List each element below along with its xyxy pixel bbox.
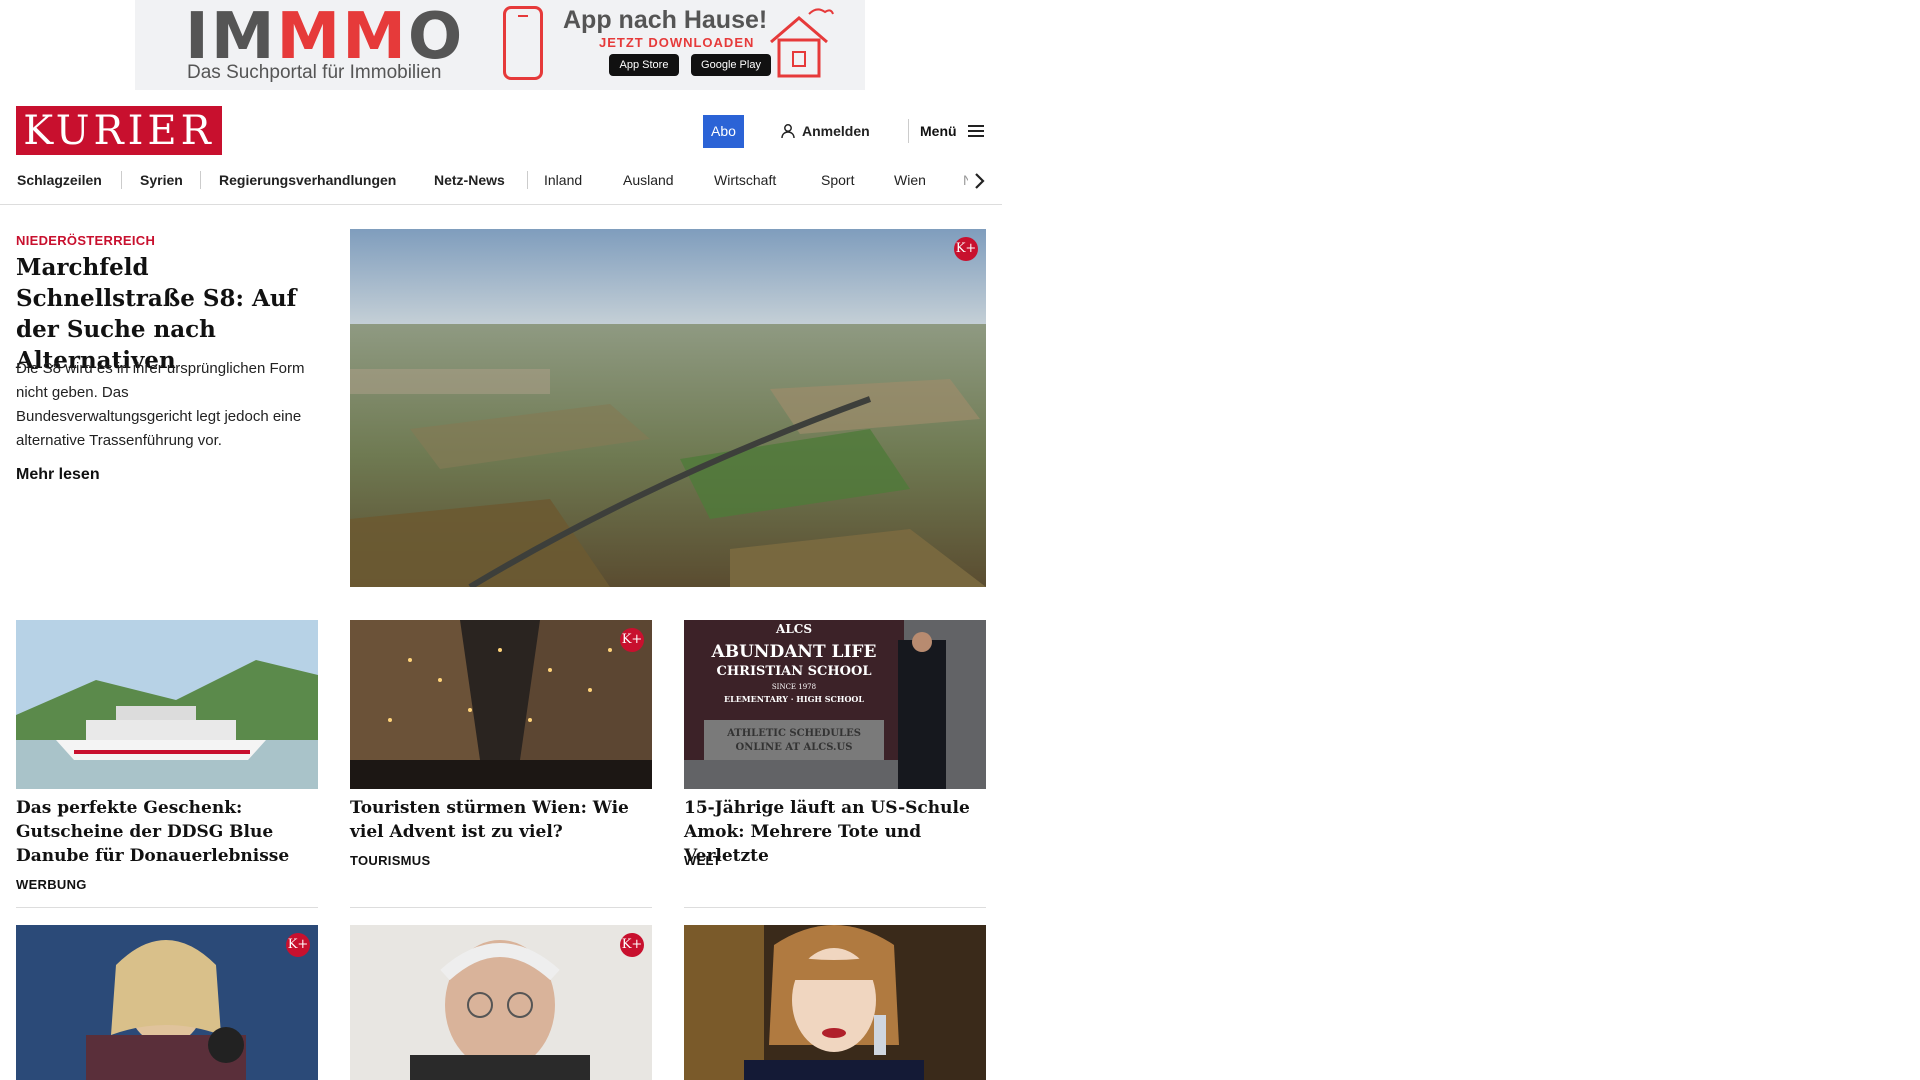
card-image-singer[interactable] [684, 925, 986, 1080]
card-image-advent[interactable]: K+ [350, 620, 652, 789]
kplus-badge: K+ [286, 933, 310, 957]
abo-button[interactable]: Abo [703, 115, 744, 148]
card-divider [684, 907, 986, 908]
card-image-elderly-man[interactable]: K+ [350, 925, 652, 1080]
ad-headline: App nach Hause! [563, 6, 768, 34]
menu-label: Menü [920, 123, 957, 139]
card-category[interactable]: TOURISMUS [350, 853, 430, 868]
aerial-landscape-image [350, 229, 986, 587]
nav-item-sport[interactable]: Sport [821, 170, 854, 190]
nav-item-syrien[interactable]: Syrien [140, 170, 183, 190]
google-play-badge[interactable]: Google Play [691, 54, 771, 76]
nav-item-ausland[interactable]: Ausland [623, 170, 674, 190]
ad-banner[interactable]: IMMMO Das Suchportal für Immobilien App … [135, 0, 865, 90]
header-divider [908, 119, 909, 143]
nav-divider [200, 171, 201, 189]
sign-text: ALCS [776, 622, 812, 636]
nav-divider [527, 171, 528, 189]
singer-portrait-image [684, 925, 986, 1080]
nav-item-regierungsverhandlungen[interactable]: Regierungsverhandlungen [219, 170, 396, 190]
app-store-badge[interactable]: App Store [609, 54, 679, 76]
christmas-street-image [350, 620, 652, 789]
kplus-badge: K+ [620, 628, 644, 652]
nav-item-netz-news[interactable]: Netz-News [434, 170, 505, 190]
house-icon [770, 8, 834, 78]
lead-image[interactable]: K+ [350, 229, 986, 587]
elderly-man-image [350, 925, 652, 1080]
sign-text: CHRISTIAN SCHOOL [716, 664, 872, 679]
login-label: Anmelden [802, 123, 870, 139]
card-headline[interactable]: 15-Jährige läuft an US-Schule Amok: Mehr… [684, 796, 986, 868]
kplus-badge: K+ [954, 237, 978, 261]
nav-divider [121, 171, 122, 189]
kurier-logo[interactable]: KURIER [16, 106, 222, 155]
card-image-ship[interactable] [16, 620, 318, 789]
sign-text: ATHLETIC SCHEDULES [727, 728, 861, 739]
sign-text: ONLINE AT ALCS.US [735, 742, 853, 753]
nav-item-inland[interactable]: Inland [544, 170, 582, 190]
lead-category[interactable]: NIEDERÖSTERREICH [16, 233, 155, 248]
nav-item-schlagzeilen[interactable]: Schlagzeilen [17, 170, 102, 190]
nav-item-wien[interactable]: Wien [894, 170, 926, 190]
sign-text: ABUNDANT LIFE [711, 642, 877, 662]
read-more-link[interactable]: Mehr lesen [16, 466, 100, 484]
card-image-politician[interactable]: K+ [16, 925, 318, 1080]
card-divider [350, 907, 652, 908]
hamburger-icon [967, 125, 984, 137]
phone-icon [503, 6, 543, 80]
kplus-badge: K+ [620, 933, 644, 957]
ad-subline: JETZT DOWNLOADEN [599, 35, 755, 50]
ad-tagline: Das Suchportal für Immobilien [187, 62, 442, 83]
card-headline[interactable]: Das perfekte Geschenk: Gutscheine der DD… [16, 796, 318, 868]
card-divider [16, 907, 318, 908]
sign-text: SINCE 1978 [771, 683, 817, 691]
lead-teaser: Die S8 wird es in ihrer ursprünglichen F… [16, 360, 305, 449]
card-category[interactable]: WERBUNG [16, 877, 87, 892]
category-nav: Schlagzeilen Syrien Regierungsverhandlun… [0, 160, 1002, 205]
card-image-school[interactable]: ALCS ABUNDANT LIFE CHRISTIAN SCHOOL SINC… [684, 620, 986, 789]
login-button[interactable]: Anmelden [780, 118, 870, 144]
nav-scroll-right-button[interactable] [968, 168, 992, 194]
card-category[interactable]: WELT [684, 853, 721, 868]
river-ship-image [16, 620, 318, 789]
nav-item-wirtschaft[interactable]: Wirtschaft [714, 170, 776, 190]
card-headline[interactable]: Touristen stürmen Wien: Wie viel Advent … [350, 796, 652, 844]
menu-button[interactable]: Menü [920, 118, 985, 144]
chevron-right-icon [975, 173, 985, 189]
user-icon [781, 124, 795, 139]
politician-interview-image [16, 925, 318, 1080]
sign-text: ELEMENTARY · HIGH SCHOOL [723, 694, 865, 704]
